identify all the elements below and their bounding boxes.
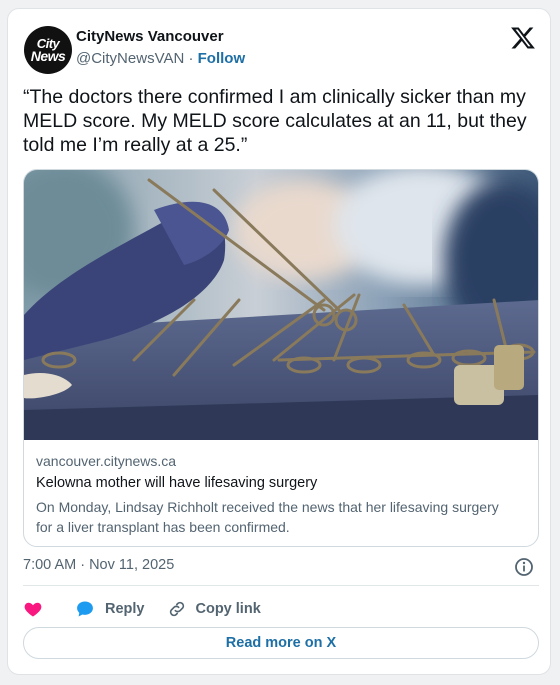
reply-label: Reply [105,601,145,617]
surgery-photo [24,170,538,440]
link-icon [169,601,184,617]
embedded-tweet-card: City News CityNews Vancouver @CityNewsVA… [7,8,551,675]
avatar[interactable]: City News [24,26,72,74]
tweet-text: “The doctors there confirmed I am clinic… [23,86,527,156]
account-handle[interactable]: @CityNewsVAN [76,50,184,67]
x-logo-icon[interactable] [510,25,536,51]
speech-bubble-icon [77,601,93,617]
heart-icon [24,602,42,617]
link-description: On Monday, Lindsay Richholt received the… [36,499,499,535]
link-title: Kelowna mother will have lifesaving surg… [36,475,318,491]
handle-separator: · [188,50,194,67]
link-domain: vancouver.citynews.ca [36,453,177,469]
account-name[interactable]: CityNews Vancouver [76,28,224,45]
handle-row: @CityNewsVAN · Follow [76,50,245,67]
info-icon[interactable] [514,557,534,577]
avatar-text-news: News [30,48,66,64]
follow-button[interactable]: Follow [198,50,246,67]
tweet-timestamp[interactable]: 7:00 AM · Nov 11, 2025 [23,557,174,573]
reply-button[interactable]: Reply [75,599,145,619]
divider [23,585,539,586]
read-more-button[interactable]: Read more on X [23,627,539,659]
like-button[interactable] [23,599,43,619]
action-bar: Reply Copy link [23,597,261,621]
copy-link-button[interactable]: Copy link [167,599,261,619]
copy-link-label: Copy link [195,601,261,617]
link-preview-card[interactable]: vancouver.citynews.ca Kelowna mother wil… [23,169,539,547]
